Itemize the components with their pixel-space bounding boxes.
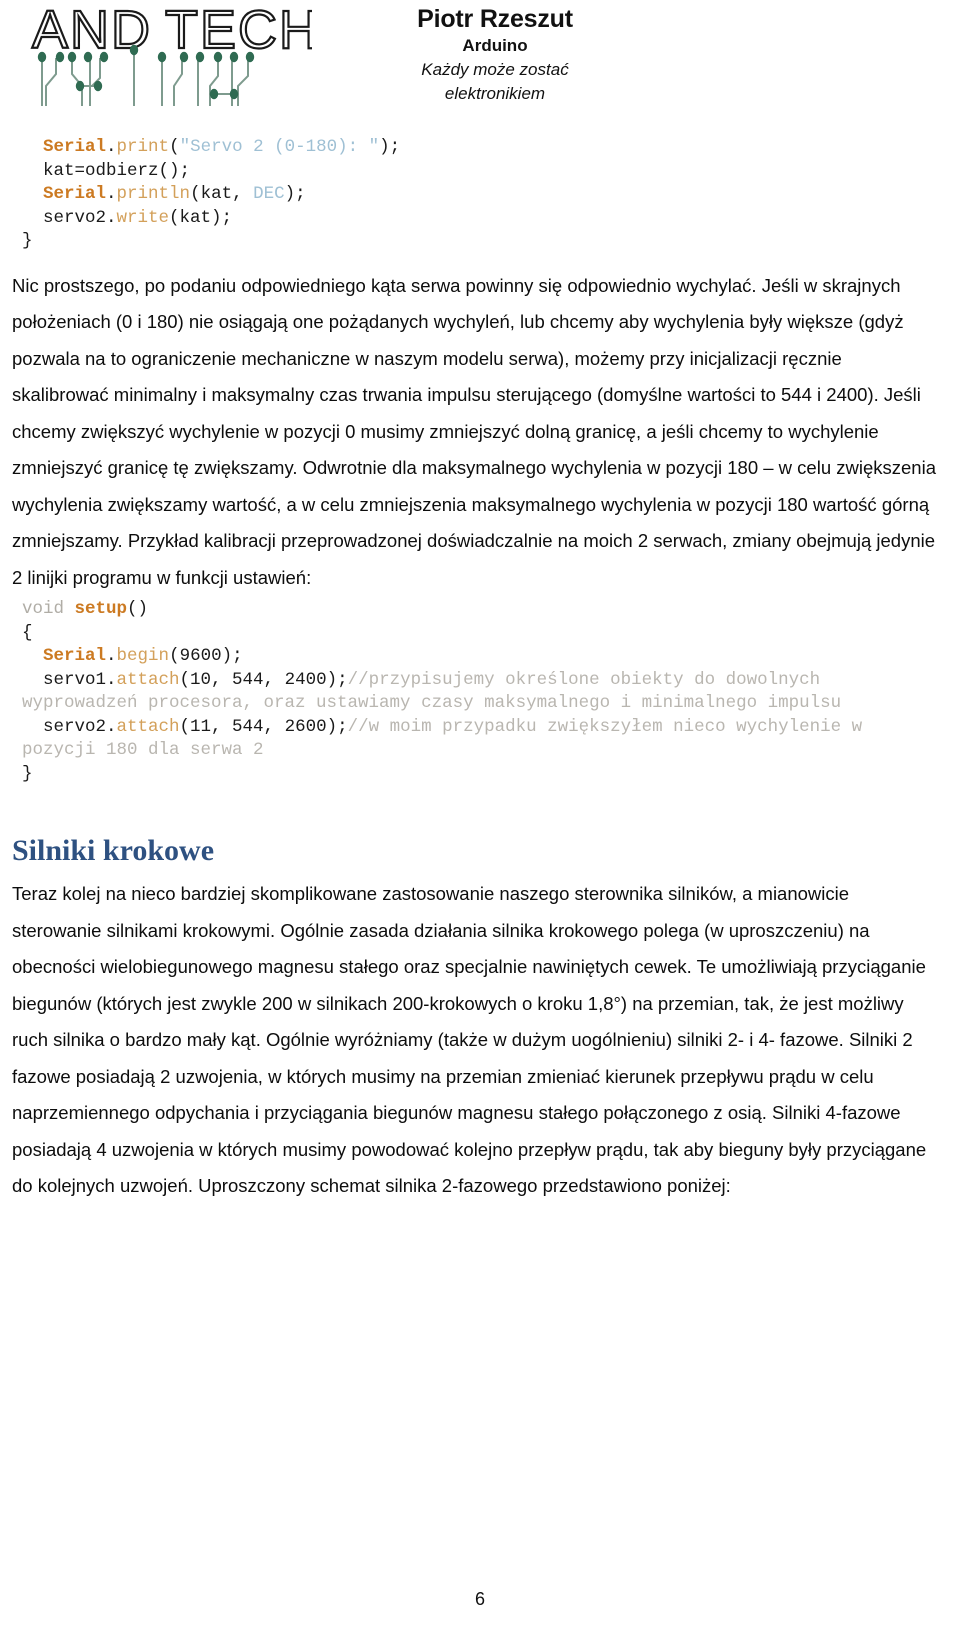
brand-logo: AND TECH (0, 0, 330, 112)
code-token-cls: Serial (43, 646, 107, 666)
code-token-fn: attach (116, 669, 180, 690)
document-page: AND TECH Piotr Rzeszut Arduino Każdy moż… (0, 0, 960, 1632)
code-token-cls: Serial (43, 184, 107, 204)
code-line: servo2.attach(11, 544, 2600);//w moim pr… (22, 716, 930, 763)
code-token-plain: (9600); (169, 646, 243, 666)
code-token-fn: attach (116, 716, 180, 737)
code-block-setup: void setup(){ Serial.begin(9600); servo1… (0, 598, 960, 786)
code-token-plain: } (22, 763, 33, 784)
code-token-kw2: setup (74, 599, 128, 619)
code-line: Serial.print("Servo 2 (0-180): "); (22, 136, 930, 160)
code-line: { (22, 622, 930, 646)
code-token-plain: servo2. (22, 716, 117, 737)
paragraph-servo-calibration: Nic prostszego, po podaniu odpowiedniego… (12, 274, 936, 588)
code-token-plain: ); (379, 137, 401, 157)
tagline-line-2: elektronikiem (444, 84, 546, 103)
code-token-fn: begin (116, 646, 170, 666)
code-line: servo2.write(kat); (22, 207, 930, 231)
code-line: servo1.attach(10, 544, 2400);//przypisuj… (22, 669, 930, 716)
code-block-servo-loop: Serial.print("Servo 2 (0-180): "); kat=o… (0, 136, 960, 254)
code-token-plain: (10, 544, 2400); (179, 669, 348, 690)
code-line: void setup() (22, 598, 930, 622)
code-token-plain: ); (284, 184, 306, 204)
code-token-fn: print (116, 137, 170, 157)
page-number: 6 (474, 1589, 485, 1609)
svg-text:TECH: TECH (165, 2, 312, 60)
code-token-plain: } (22, 231, 33, 251)
code-token-fn: println (116, 184, 191, 204)
code-token-plain: () (127, 599, 149, 619)
code-token-plain: kat=odbierz(); (22, 160, 191, 181)
code-token-cls: Serial (43, 137, 107, 157)
code-token-plain: (kat); (169, 207, 233, 228)
code-token-plain: . (106, 137, 117, 157)
code-token-const: DEC (253, 184, 285, 204)
code-token-plain: servo2. (22, 207, 117, 228)
code-token-plain: (kat, (190, 184, 254, 204)
code-line: } (22, 230, 930, 254)
header-titles: Piotr Rzeszut Arduino Każdy może zostać … (330, 0, 960, 106)
tagline-line-1: Każdy może zostać (421, 60, 569, 79)
and-tech-logo-icon: AND TECH (31, 2, 312, 106)
code-line: Serial.begin(9600); (22, 645, 930, 669)
author-name: Piotr Rzeszut (417, 5, 573, 33)
code-line: Serial.println(kat, DEC); (22, 183, 930, 207)
code-token-plain: . (106, 646, 117, 666)
code-token-plain: . (106, 184, 117, 204)
subject-title: Arduino (462, 36, 528, 55)
code-token-plain: { (22, 622, 33, 643)
code-token-kw: void (22, 599, 75, 619)
paragraph-stepper-motors: Teraz kolej na nieco bardziej skomplikow… (12, 883, 927, 1196)
code-token-plain: servo1. (22, 669, 117, 690)
page-header: AND TECH Piotr Rzeszut Arduino Każdy moż… (0, 0, 960, 118)
section-heading-stepper-motors: Silniki krokowe (12, 834, 215, 867)
code-token-plain: (11, 544, 2600); (179, 716, 348, 737)
page-footer: 6 (0, 1589, 960, 1610)
code-token-str: "Servo 2 (0-180): " (179, 137, 380, 157)
code-token-fn: write (116, 207, 170, 228)
code-line: } (22, 763, 930, 787)
code-line: kat=odbierz(); (22, 160, 930, 184)
code-token-plain: ( (169, 137, 180, 157)
